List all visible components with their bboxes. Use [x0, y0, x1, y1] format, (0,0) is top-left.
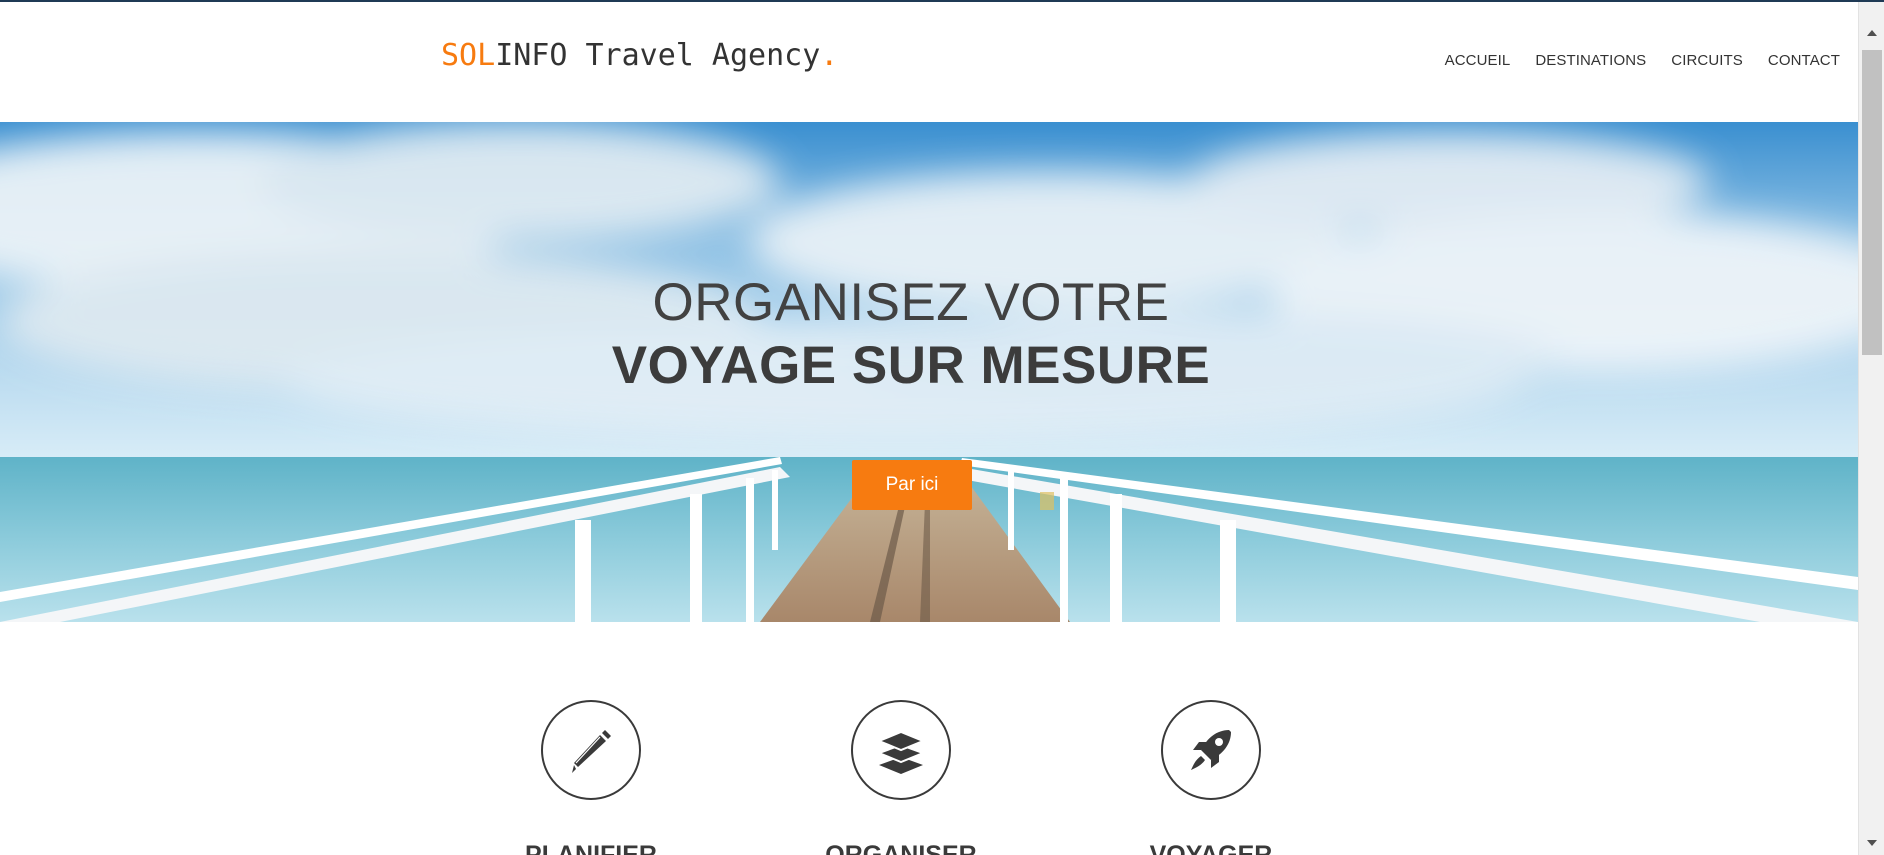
- rocket-icon: [1161, 700, 1261, 800]
- nav-item-accueil[interactable]: ACCUEIL: [1445, 52, 1511, 69]
- page: SOLINFO Travel Agency. ACCUEIL DESTINATI…: [0, 0, 1884, 855]
- vertical-scrollbar[interactable]: [1858, 2, 1884, 855]
- logo-dot: .: [820, 38, 839, 73]
- scroll-down-arrow-icon[interactable]: [1867, 840, 1877, 846]
- main-nav: ACCUEIL DESTINATIONS CIRCUITS CONTACT: [1445, 52, 1840, 69]
- scroll-up-arrow-icon[interactable]: [1867, 30, 1877, 36]
- hero-title-line2: VOYAGE SUR MESURE: [611, 336, 1211, 395]
- pencil-icon: [541, 700, 641, 800]
- nav-item-destinations[interactable]: DESTINATIONS: [1535, 52, 1646, 69]
- layers-icon: [851, 700, 951, 800]
- hero-title-line1: ORGANISEZ VOTRE: [652, 273, 1170, 332]
- nav-item-contact[interactable]: CONTACT: [1768, 52, 1840, 69]
- hero-banner: ORGANISEZ VOTRE VOYAGE SUR MESURE Par ic…: [0, 122, 1858, 622]
- feature-title-voyager: VOYAGER: [1149, 841, 1273, 855]
- logo-accent-text: SOL: [441, 38, 496, 73]
- feature-title-planifier: PLANIFIER: [525, 841, 657, 855]
- site-logo[interactable]: SOLINFO Travel Agency.: [441, 38, 838, 73]
- cta-button[interactable]: Par ici: [852, 460, 972, 510]
- logo-text: INFO Travel Agency: [495, 38, 821, 73]
- scrollbar-thumb[interactable]: [1862, 50, 1882, 355]
- feature-title-organiser: ORGANISER: [825, 841, 977, 855]
- nav-item-circuits[interactable]: CIRCUITS: [1671, 52, 1743, 69]
- site-header: SOLINFO Travel Agency. ACCUEIL DESTINATI…: [0, 2, 1858, 122]
